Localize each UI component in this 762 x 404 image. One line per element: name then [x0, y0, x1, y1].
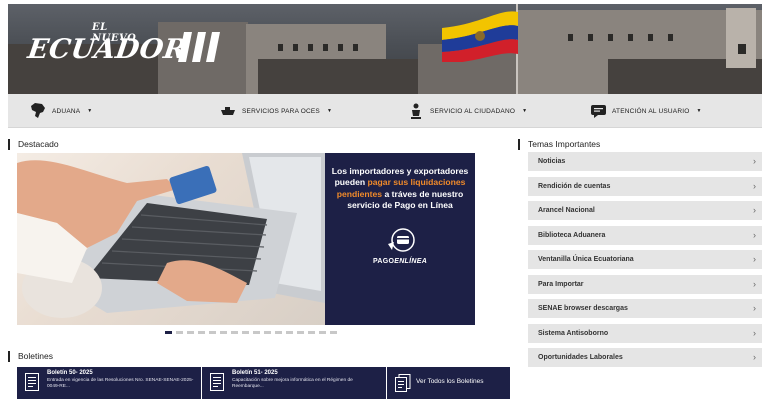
document-icon: [210, 373, 224, 391]
nav-item-atencion-usuario[interactable]: ATENCIÓN AL USUARIO ▼: [590, 94, 702, 128]
boletin-description: Capacitación sobre mejora informática en…: [232, 378, 353, 390]
section-title-temas: Temas Importantes: [518, 139, 600, 150]
featured-carousel[interactable]: Los importadores y exportadores pueden p…: [17, 153, 475, 325]
nav-item-label: ATENCIÓN AL USUARIO: [612, 107, 690, 115]
chevron-down-icon: ▼: [326, 108, 333, 114]
clock-tower: [726, 8, 756, 68]
tema-label: Sistema Antisoborno: [538, 330, 609, 337]
carousel-dot[interactable]: [198, 331, 205, 334]
tema-label: Ventanilla Única Ecuatoriana: [538, 256, 634, 263]
tema-label: SENAE browser descargas: [538, 305, 628, 312]
tema-label: Biblioteca Aduanera: [538, 232, 606, 239]
tema-link-noticias[interactable]: Noticias ›: [528, 152, 762, 171]
chevron-right-icon: ›: [753, 181, 756, 191]
carousel-dot[interactable]: [253, 331, 260, 334]
nav-item-label: ADUANA: [52, 107, 81, 115]
ship-icon: [220, 103, 236, 119]
tema-link-biblioteca[interactable]: Biblioteca Aduanera ›: [528, 226, 762, 245]
document-icon: [25, 373, 39, 391]
tema-label: Arancel Nacional: [538, 207, 595, 214]
nav-item-aduana[interactable]: ADUANA ▼: [30, 94, 92, 128]
chevron-right-icon: ›: [753, 230, 756, 240]
carousel-dot[interactable]: [275, 331, 282, 334]
ver-todos-label: Ver Todos los Boletines: [416, 378, 484, 385]
ver-todos-boletines-button[interactable]: Ver Todos los Boletines: [387, 367, 510, 399]
carousel-dot[interactable]: [176, 331, 183, 334]
boletin-description: Entrada en vigencia de las Resoluciones …: [47, 378, 194, 390]
chevron-right-icon: ›: [753, 205, 756, 215]
tema-link-ventanilla[interactable]: Ventanilla Única Ecuatoriana ›: [528, 250, 762, 269]
card-click-icon: [388, 228, 415, 252]
laptop-illustration: [17, 153, 325, 318]
chevron-right-icon: ›: [753, 328, 756, 338]
logo-text-enlinea: ENLÍNEA: [394, 258, 428, 265]
chevron-right-icon: ›: [753, 279, 756, 289]
pago-en-linea-banner[interactable]: Los importadores y exportadores pueden p…: [325, 153, 475, 325]
chevron-down-icon: ▼: [696, 108, 702, 114]
logo-big-text: ECUADOR: [25, 34, 189, 65]
carousel-dot[interactable]: [220, 331, 227, 334]
carousel-dot[interactable]: [319, 331, 326, 334]
main-nav: ADUANA ▼ SERVICIOS PARA OCES ▼ SERVICIO AL…: [8, 94, 762, 128]
carousel-dot[interactable]: [308, 331, 315, 334]
carousel-dot[interactable]: [165, 331, 172, 334]
section-title-destacado: Destacado: [8, 139, 59, 150]
tema-link-rendicion-cuentas[interactable]: Rendición de cuentas ›: [528, 177, 762, 196]
boletin-title: Boletín 51- 2025: [232, 370, 278, 376]
citizen-icon: [408, 103, 424, 119]
ecuador-map-icon: [30, 103, 46, 119]
boletin-card[interactable]: Boletín 50- 2025 Entrada en vigencia de …: [17, 367, 201, 399]
tema-link-oportunidades[interactable]: Oportunidades Laborales ›: [528, 348, 762, 367]
chevron-right-icon: ›: [753, 303, 756, 313]
tema-label: Para Importar: [538, 281, 584, 288]
laptop-photo: [17, 153, 325, 325]
tema-label: Oportunidades Laborales: [538, 354, 623, 361]
logo-stripes-icon: [178, 32, 220, 62]
carousel-dot[interactable]: [187, 331, 194, 334]
carousel-dot[interactable]: [297, 331, 304, 334]
boletin-title: Boletín 50- 2025: [47, 370, 93, 376]
tema-link-browser-descargas[interactable]: SENAE browser descargas ›: [528, 299, 762, 318]
tema-link-antisoborno[interactable]: Sistema Antisoborno ›: [528, 324, 762, 343]
carousel-dot[interactable]: [231, 331, 238, 334]
carousel-dot[interactable]: [330, 331, 337, 334]
chat-icon: [590, 103, 606, 119]
carousel-dot[interactable]: [209, 331, 216, 334]
nav-item-label: SERVICIOS PARA OCES: [242, 107, 320, 115]
chevron-down-icon: ▼: [87, 108, 93, 114]
tema-link-para-importar[interactable]: Para Importar ›: [528, 275, 762, 294]
chevron-right-icon: ›: [753, 352, 756, 362]
section-title-boletines: Boletines: [8, 351, 53, 362]
logo-text-pago: PAGO: [372, 258, 395, 265]
chevron-right-icon: ›: [753, 254, 756, 264]
carousel-pagination: [165, 331, 337, 334]
documents-stack-icon: [395, 374, 411, 392]
building: [258, 59, 418, 94]
tema-label: Rendición de cuentas: [538, 183, 611, 190]
promo-text: Los importadores y exportadores pueden p…: [325, 153, 475, 212]
ecuador-flag-icon: [442, 11, 518, 62]
carousel-dot[interactable]: [286, 331, 293, 334]
nav-item-servicios-oces[interactable]: SERVICIOS PARA OCES ▼: [220, 94, 332, 128]
chevron-down-icon: ▼: [522, 108, 528, 114]
tema-label: Noticias: [538, 158, 566, 165]
carousel-dot[interactable]: [264, 331, 271, 334]
nav-item-servicio-ciudadano[interactable]: SERVICIO AL CIUDADANO ▼: [408, 94, 527, 128]
nav-item-label: SERVICIO AL CIUDADANO: [430, 107, 516, 115]
tema-link-arancel[interactable]: Arancel Nacional ›: [528, 201, 762, 220]
pago-en-linea-logo: PAGOENLÍNEA: [325, 258, 475, 265]
carousel-dot[interactable]: [242, 331, 249, 334]
header-banner: EL NUEVO ECUADOR: [8, 4, 762, 94]
boletin-card[interactable]: Boletín 51- 2025 Capacitación sobre mejo…: [202, 367, 386, 399]
chevron-right-icon: ›: [753, 156, 756, 166]
